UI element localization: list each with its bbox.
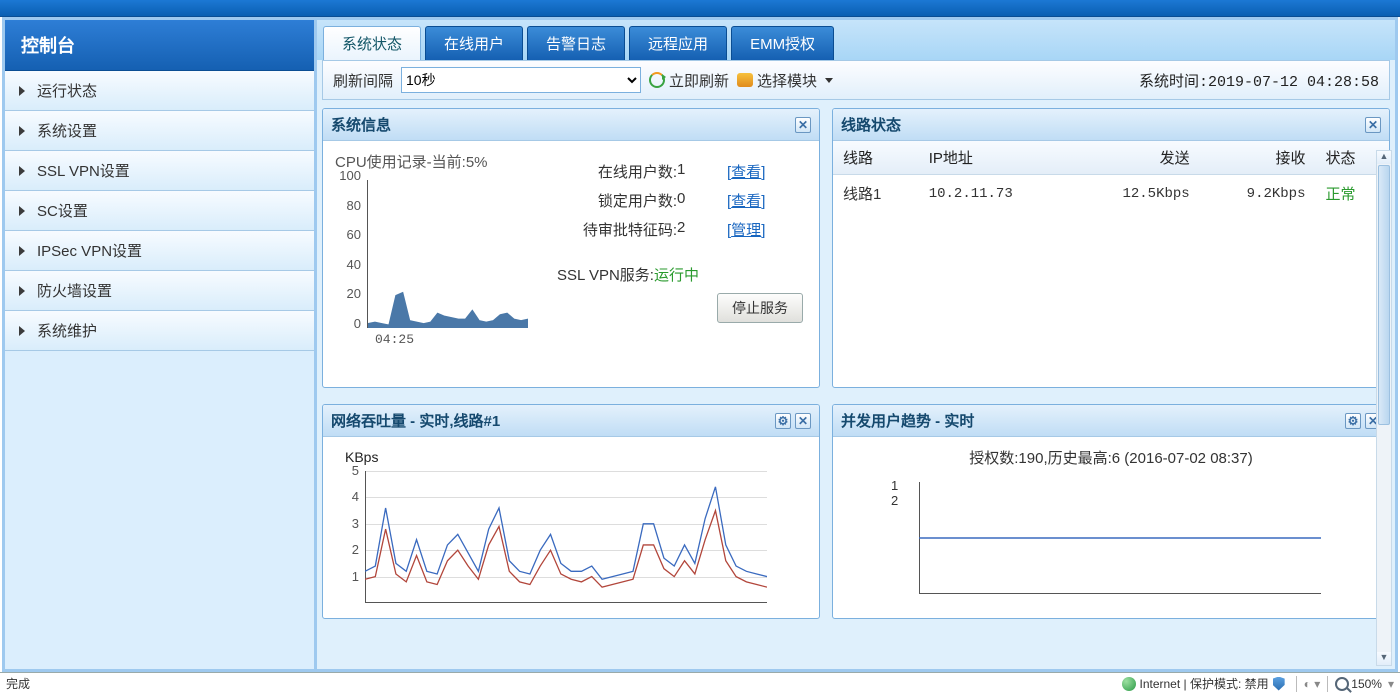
chevron-right-icon bbox=[19, 166, 25, 176]
panel-title: 线路状态 bbox=[841, 114, 901, 135]
sidebar-item-firewall[interactable]: 防火墙设置 bbox=[5, 271, 314, 311]
chevron-down-icon bbox=[825, 78, 833, 83]
module-icon bbox=[737, 73, 753, 87]
panel-line-status: 线路状态 ✕ 线路 IP地址 发送 接收 状态 线路1 bbox=[832, 108, 1390, 388]
refresh-now-button[interactable]: 立即刷新 bbox=[649, 70, 729, 91]
globe-icon bbox=[1122, 677, 1136, 691]
close-icon[interactable]: ✕ bbox=[795, 413, 811, 429]
tab-bar: 系统状态 在线用户 告警日志 远程应用 EMM授权 bbox=[317, 20, 1395, 60]
cpu-chart: 04:25 020406080100 bbox=[335, 174, 535, 344]
panel-user-trend: 并发用户趋势 - 实时 ⚙ ✕ 授权数:190,历史最高:6 (2016-07-… bbox=[832, 404, 1390, 619]
refresh-icon bbox=[649, 72, 665, 88]
sidebar-item-ssl-vpn[interactable]: SSL VPN设置 bbox=[5, 151, 314, 191]
network-chart: 12345 bbox=[337, 467, 777, 617]
panel-title: 并发用户趋势 - 实时 bbox=[841, 410, 974, 431]
tab-online-users[interactable]: 在线用户 bbox=[425, 26, 523, 60]
toolbar: 刷新间隔 10秒 立即刷新 选择模块 系统时间:2019-07-12 04:28… bbox=[322, 60, 1390, 100]
view-online-users-link[interactable]: [查看] bbox=[727, 161, 765, 182]
sidebar-item-ipsec-vpn[interactable]: IPSec VPN设置 bbox=[5, 231, 314, 271]
status-zoom: 150% bbox=[1351, 677, 1382, 691]
refresh-interval-label: 刷新间隔 bbox=[333, 70, 393, 91]
user-trend-chart: 12 bbox=[891, 478, 1331, 608]
manage-pending-link[interactable]: [管理] bbox=[727, 219, 765, 240]
tab-system-status[interactable]: 系统状态 bbox=[323, 26, 421, 60]
table-row: 线路1 10.2.11.73 12.5Kbps 9.2Kbps 正常 bbox=[833, 175, 1389, 213]
ssl-vpn-service-status: SSL VPN服务:运行中 bbox=[557, 264, 807, 285]
close-icon[interactable]: ✕ bbox=[795, 117, 811, 133]
status-bar: 完成 Internet | 保护模式: 禁用 ◐ ▾ 150% ▾ bbox=[0, 672, 1400, 694]
panel-system-info: 系统信息 ✕ CPU使用记录-当前:5% 04:25 020406080100 bbox=[322, 108, 820, 388]
sidebar-item-maintenance[interactable]: 系统维护 bbox=[5, 311, 314, 351]
panel-network-throughput: 网络吞吐量 - 实时,线路#1 ⚙ ✕ KBps 12345 bbox=[322, 404, 820, 619]
chevron-right-icon bbox=[19, 326, 25, 336]
tab-alarm-log[interactable]: 告警日志 bbox=[527, 26, 625, 60]
status-internet: Internet | 保护模式: 禁用 bbox=[1140, 675, 1269, 692]
sidebar-item-system-settings[interactable]: 系统设置 bbox=[5, 111, 314, 151]
chevron-right-icon bbox=[19, 286, 25, 296]
system-time: 系统时间:2019-07-12 04:28:58 bbox=[1139, 70, 1379, 91]
select-module-button[interactable]: 选择模块 bbox=[737, 70, 833, 91]
panel-title: 网络吞吐量 - 实时,线路#1 bbox=[331, 410, 500, 431]
sidebar-title: 控制台 bbox=[5, 20, 314, 71]
chevron-right-icon bbox=[19, 246, 25, 256]
sidebar-item-sc[interactable]: SC设置 bbox=[5, 191, 314, 231]
view-locked-users-link[interactable]: [查看] bbox=[727, 190, 765, 211]
chevron-right-icon bbox=[19, 86, 25, 96]
tab-emm[interactable]: EMM授权 bbox=[731, 26, 834, 60]
gear-icon[interactable]: ⚙ bbox=[775, 413, 791, 429]
refresh-interval-select[interactable]: 10秒 bbox=[401, 67, 641, 93]
main: 系统状态 在线用户 告警日志 远程应用 EMM授权 刷新间隔 10秒 立即刷新 … bbox=[317, 20, 1395, 669]
panel-title: 系统信息 bbox=[331, 114, 391, 135]
sidebar: 控制台 运行状态 系统设置 SSL VPN设置 SC设置 IPSec VPN设置… bbox=[5, 20, 317, 669]
zoom-icon bbox=[1335, 677, 1349, 691]
shield-icon bbox=[1273, 677, 1285, 691]
stop-service-button[interactable]: 停止服务 bbox=[717, 293, 803, 323]
close-icon[interactable]: ✕ bbox=[1365, 117, 1381, 133]
chevron-right-icon bbox=[19, 206, 25, 216]
status-done: 完成 bbox=[6, 675, 30, 692]
scrollbar[interactable]: ▲ ▼ bbox=[1376, 150, 1392, 666]
cpu-chart-title: CPU使用记录-当前:5% bbox=[335, 151, 545, 172]
sidebar-item-runtime[interactable]: 运行状态 bbox=[5, 71, 314, 111]
line-status-table: 线路 IP地址 发送 接收 状态 线路1 10.2.11.73 12.5Kbps… bbox=[833, 141, 1389, 212]
scrollbar-thumb[interactable] bbox=[1378, 165, 1390, 425]
chart-y-label: KBps bbox=[345, 449, 805, 465]
tab-remote-app[interactable]: 远程应用 bbox=[629, 26, 727, 60]
user-trend-headline: 授权数:190,历史最高:6 (2016-07-02 08:37) bbox=[833, 437, 1389, 468]
chevron-right-icon bbox=[19, 126, 25, 136]
gear-icon[interactable]: ⚙ bbox=[1345, 413, 1361, 429]
